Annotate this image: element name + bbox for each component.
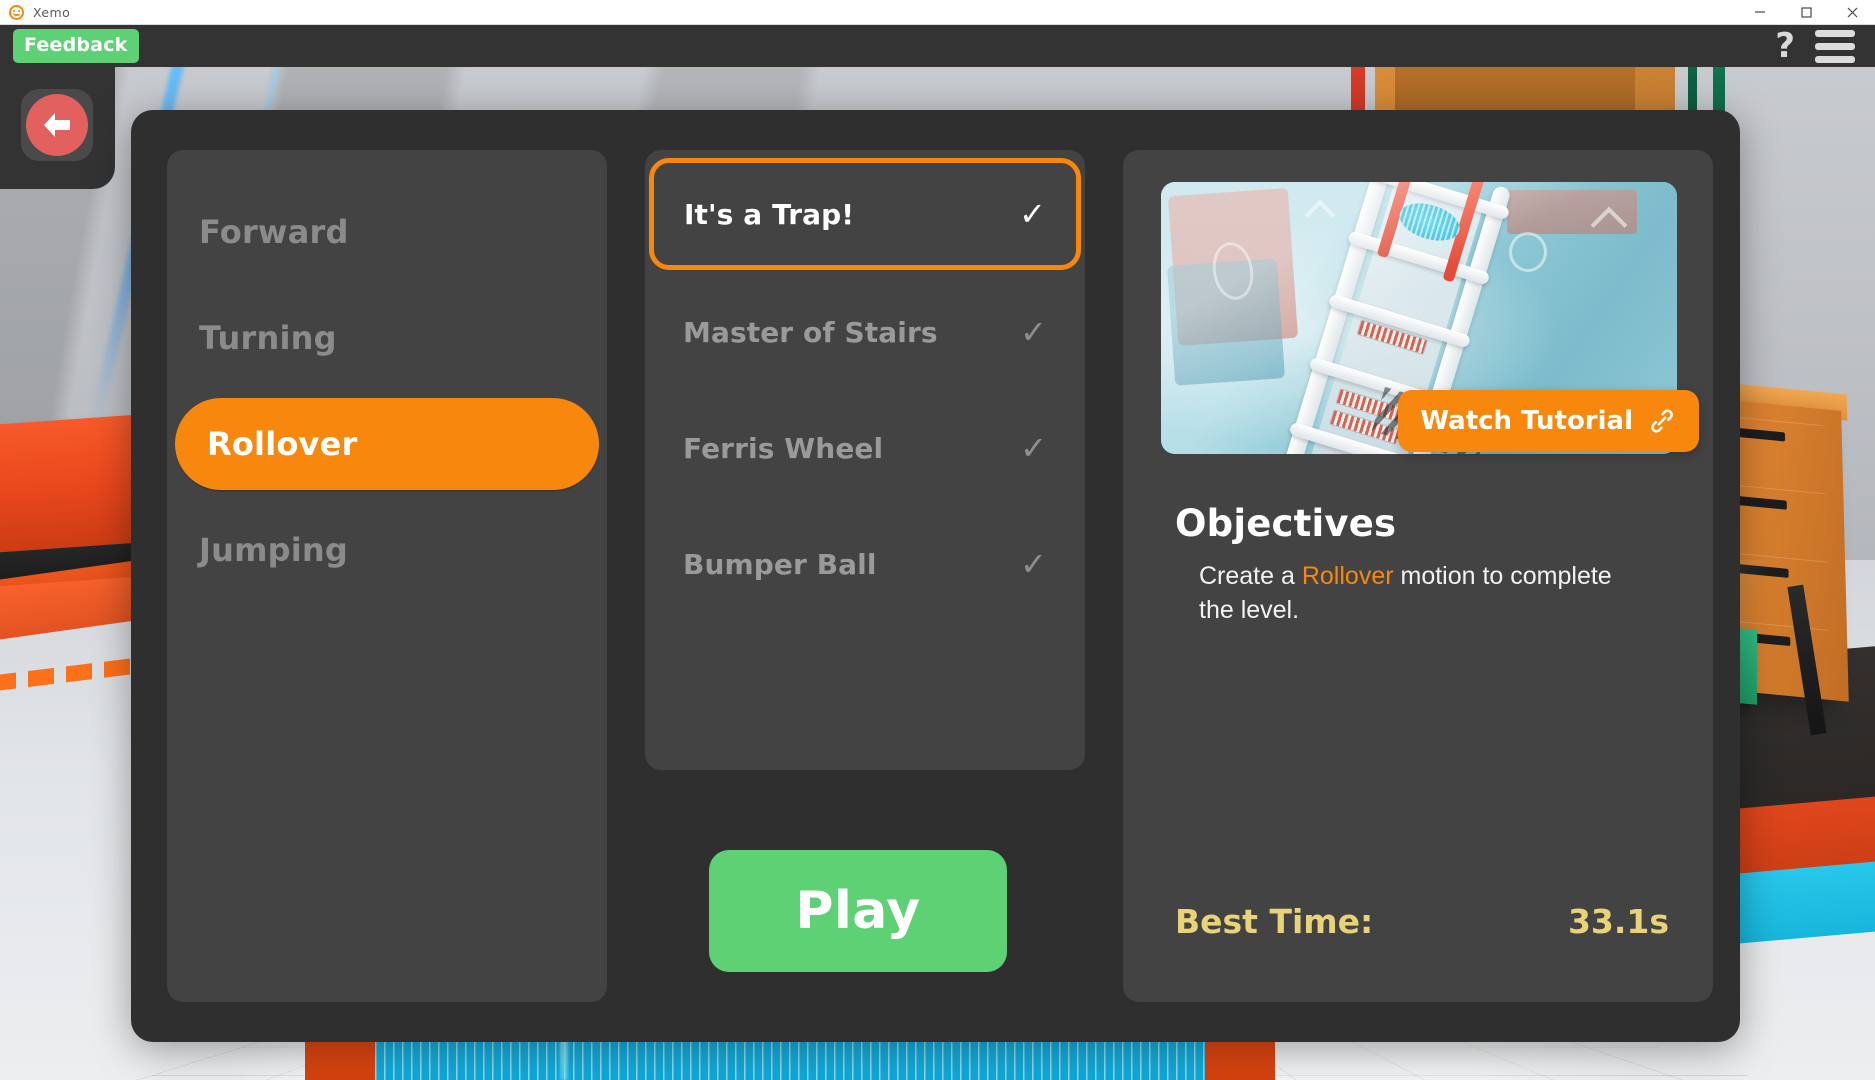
feedback-button[interactable]: Feedback [13, 29, 139, 63]
check-icon: ✓ [1020, 429, 1047, 467]
level-item-bumper-ball[interactable]: Bumper Ball ✓ [653, 508, 1077, 620]
check-icon: ✓ [1019, 195, 1046, 233]
category-item-forward[interactable]: Forward [167, 186, 607, 278]
window-controls [1737, 0, 1875, 25]
hamburger-menu-icon[interactable] [1815, 29, 1855, 63]
category-label: Rollover [207, 425, 358, 463]
thumbnail-ring-decal [1509, 232, 1547, 272]
best-time-row: Best Time: 33.1s [1175, 902, 1669, 941]
category-label: Forward [199, 213, 349, 251]
category-label: Turning [199, 319, 337, 357]
arrow-left-icon [26, 94, 88, 156]
best-time-label: Best Time: [1175, 902, 1374, 941]
maximize-icon[interactable] [1783, 0, 1829, 25]
level-label: Master of Stairs [683, 315, 938, 349]
level-list: It's a Trap! ✓ Master of Stairs ✓ Ferris… [645, 150, 1085, 770]
objective-text-before: Create a [1199, 562, 1302, 590]
game-hud-topbar: Feedback ? [0, 25, 1875, 67]
level-detail-panel: Watch Tutorial Objectives Create a Rollo… [1123, 150, 1713, 1002]
objective-description: Create a Rollover motion to complete the… [1199, 560, 1651, 628]
level-label: Bumper Ball [683, 547, 877, 581]
minimize-icon[interactable] [1737, 0, 1783, 25]
watch-tutorial-label: Watch Tutorial [1420, 406, 1633, 436]
link-chain-icon [1647, 406, 1677, 436]
check-icon: ✓ [1020, 313, 1047, 351]
category-item-turning[interactable]: Turning [167, 292, 607, 384]
window-titlebar: Xemo [0, 0, 1875, 25]
level-select-modal: Forward Turning Rollover Jumping It's a … [131, 110, 1740, 1042]
level-label: Ferris Wheel [683, 431, 884, 465]
level-item-its-a-trap[interactable]: It's a Trap! ✓ [649, 158, 1081, 270]
objective-highlight-term: Rollover [1301, 562, 1394, 590]
category-item-jumping[interactable]: Jumping [167, 504, 607, 596]
check-icon: ✓ [1020, 545, 1047, 583]
window-title: Xemo [33, 4, 71, 20]
objectives-title: Objectives [1175, 502, 1397, 545]
category-item-rollover[interactable]: Rollover [175, 398, 599, 490]
xemo-face-icon [9, 4, 24, 20]
close-icon[interactable] [1829, 0, 1875, 25]
level-item-ferris-wheel[interactable]: Ferris Wheel ✓ [653, 392, 1077, 504]
level-item-master-of-stairs[interactable]: Master of Stairs ✓ [653, 276, 1077, 388]
back-button[interactable] [21, 89, 93, 161]
level-label: It's a Trap! [684, 197, 855, 231]
hud-right-controls: ? [1775, 29, 1875, 63]
help-icon[interactable]: ? [1775, 29, 1795, 63]
best-time-value: 33.1s [1567, 902, 1669, 941]
level-column: It's a Trap! ✓ Master of Stairs ✓ Ferris… [645, 150, 1085, 1002]
play-button[interactable]: Play [709, 850, 1007, 972]
category-label: Jumping [199, 531, 348, 569]
back-button-panel [0, 67, 115, 189]
category-list: Forward Turning Rollover Jumping [167, 150, 607, 1002]
watch-tutorial-button[interactable]: Watch Tutorial [1398, 390, 1699, 452]
